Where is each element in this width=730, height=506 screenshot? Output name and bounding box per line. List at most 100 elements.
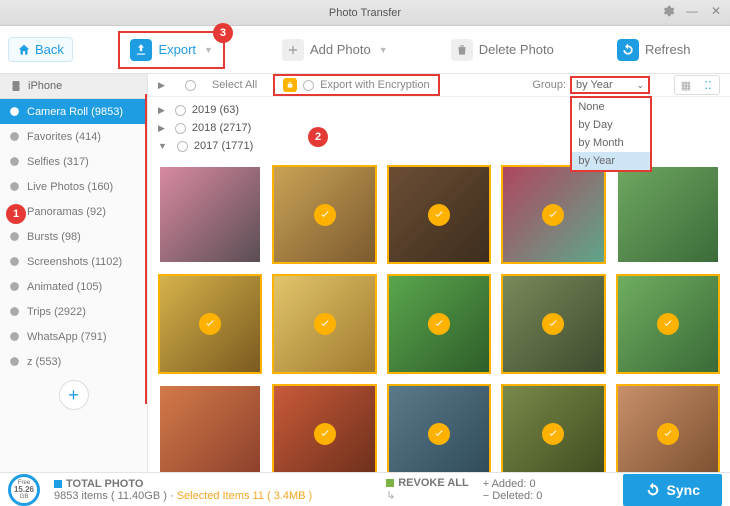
total-label: TOTAL PHOTO: [66, 478, 143, 490]
group-dropdown: Noneby Dayby Monthby Year: [570, 96, 652, 172]
disk-gauge: Free 15.26 GB: [8, 474, 40, 506]
group-option[interactable]: None: [572, 98, 650, 116]
photo-thumb[interactable]: [387, 165, 491, 264]
photo-thumb[interactable]: [501, 165, 605, 264]
album-icon: [8, 305, 21, 318]
add-album-button[interactable]: +: [59, 380, 89, 410]
back-button[interactable]: Back: [8, 37, 73, 62]
annotation-2: 2: [308, 127, 328, 147]
revoke-label[interactable]: REVOKE ALL: [398, 477, 469, 489]
total-detail: 9853 items ( 11.40GB ): [54, 490, 167, 502]
check-icon: [314, 423, 336, 445]
filter-bar: ▶ Select All Export with Encryption Grou…: [148, 74, 730, 97]
refresh-label: Refresh: [645, 42, 691, 57]
group-option[interactable]: by Month: [572, 134, 650, 152]
expand-icon: ▶: [158, 105, 165, 116]
album-icon: [8, 355, 21, 368]
photo-thumb[interactable]: [387, 384, 491, 472]
add-photo-label: Add Photo: [310, 42, 371, 57]
selected-detail: Selected Items 11 ( 3.4MB ): [177, 490, 313, 502]
sync-icon: [645, 482, 661, 498]
add-photo-button[interactable]: Add Photo ▼: [276, 35, 394, 65]
export-encryption-button[interactable]: Export with Encryption: [273, 74, 439, 96]
album-icon: [8, 155, 21, 168]
revoke-icon: ↳: [386, 489, 469, 502]
photo-thumb[interactable]: [272, 274, 376, 373]
refresh-button[interactable]: Refresh: [611, 35, 697, 65]
expand-icon[interactable]: ▶: [158, 80, 165, 91]
add-photo-icon: [282, 39, 304, 61]
year-checkbox[interactable]: [175, 105, 186, 116]
photo-thumb[interactable]: [387, 274, 491, 373]
select-all-checkbox[interactable]: [185, 80, 196, 91]
group-option[interactable]: by Day: [572, 116, 650, 134]
photo-thumb[interactable]: [616, 274, 720, 373]
sidebar-item[interactable]: Bursts (98): [0, 224, 147, 249]
minimize-icon[interactable]: —: [684, 3, 700, 19]
photo-thumb[interactable]: [501, 384, 605, 472]
annotation-3: 3: [213, 23, 233, 43]
photo-thumb[interactable]: [616, 384, 720, 472]
toolbar: Back Export ▼ 3 Add Photo ▼ Delete Photo…: [0, 26, 730, 74]
photo-thumb[interactable]: [272, 384, 376, 472]
sync-label: Sync: [667, 482, 700, 498]
photo-thumb[interactable]: [616, 165, 720, 264]
status-bar: Free 15.26 GB TOTAL PHOTO 9853 items ( 1…: [0, 472, 730, 506]
annotation-line-1: [145, 94, 147, 404]
delete-photo-button[interactable]: Delete Photo: [445, 35, 560, 65]
year-checkbox[interactable]: [175, 123, 186, 134]
deleted-count: Deleted: 0: [492, 490, 542, 502]
sidebar-item[interactable]: Screenshots (1102): [0, 249, 147, 274]
sidebar-item[interactable]: Trips (2922): [0, 299, 147, 324]
settings-icon[interactable]: [660, 3, 676, 19]
check-icon: [428, 313, 450, 335]
title-bar: Photo Transfer — ✕: [0, 0, 730, 26]
sidebar-item[interactable]: Selfies (317): [0, 149, 147, 174]
sync-button[interactable]: Sync: [623, 474, 722, 506]
view-toggle: ▦ ⁚⁚: [674, 75, 720, 95]
grid-large-icon[interactable]: ▦: [675, 76, 697, 94]
photo-thumb[interactable]: [158, 274, 262, 373]
lock-icon: [283, 78, 297, 92]
caret-down-icon: ▼: [379, 45, 388, 55]
encrypt-label: Export with Encryption: [320, 79, 429, 91]
photo-thumb[interactable]: [272, 165, 376, 264]
check-icon: [657, 313, 679, 335]
album-icon: [8, 130, 21, 143]
check-icon: [314, 204, 336, 226]
album-icon: [8, 280, 21, 293]
sidebar-item[interactable]: z (553): [0, 349, 147, 374]
caret-down-icon: ▼: [204, 45, 213, 55]
window-title: Photo Transfer: [329, 7, 401, 19]
grid-small-icon[interactable]: ⁚⁚: [697, 76, 719, 94]
home-icon: [17, 43, 31, 57]
encrypt-checkbox[interactable]: [303, 80, 314, 91]
export-button[interactable]: Export ▼ 3: [118, 31, 225, 69]
sidebar-item[interactable]: Camera Roll (9853): [0, 99, 147, 124]
album-icon: [8, 255, 21, 268]
group-option[interactable]: by Year: [572, 152, 650, 170]
device-icon: [10, 80, 22, 92]
select-all-label: Select All: [212, 79, 257, 91]
sidebar-item[interactable]: Favorites (414): [0, 124, 147, 149]
sidebar-item[interactable]: WhatsApp (791): [0, 324, 147, 349]
expand-icon: ▼: [158, 141, 167, 151]
group-value: by Year: [576, 79, 613, 91]
photo-grid: [148, 159, 730, 472]
photo-thumb[interactable]: [158, 165, 262, 264]
check-icon: [542, 423, 564, 445]
sidebar-item[interactable]: Live Photos (160): [0, 174, 147, 199]
year-checkbox[interactable]: [177, 141, 188, 152]
device-row[interactable]: iPhone: [0, 74, 147, 99]
sidebar-item[interactable]: Animated (105): [0, 274, 147, 299]
photo-thumb[interactable]: [501, 274, 605, 373]
photo-thumb[interactable]: [158, 384, 262, 472]
delete-icon: [451, 39, 473, 61]
check-icon: [428, 204, 450, 226]
check-icon: [428, 423, 450, 445]
check-icon: [314, 313, 336, 335]
export-label: Export: [158, 42, 196, 57]
group-select[interactable]: by Year ⌄: [570, 76, 650, 94]
close-icon[interactable]: ✕: [708, 3, 724, 19]
added-count: Added: 0: [492, 478, 536, 490]
